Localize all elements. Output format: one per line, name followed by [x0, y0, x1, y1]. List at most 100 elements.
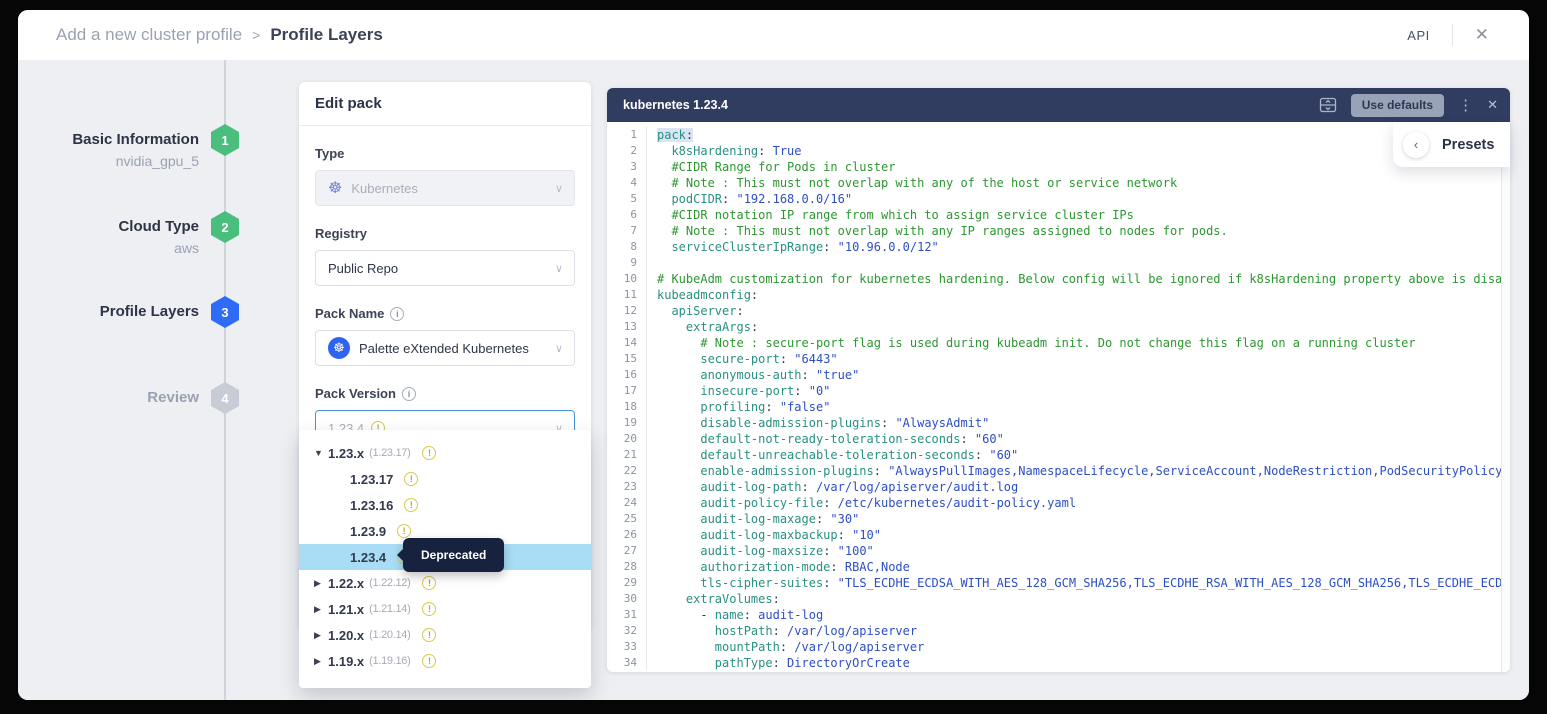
info-icon[interactable]: i	[402, 387, 416, 401]
code-line[interactable]: 8 serviceClusterIpRange: "10.96.0.0/12"	[607, 239, 1510, 255]
api-link[interactable]: API	[1407, 28, 1429, 43]
version-option-1.23.4[interactable]: 1.23.4!Deprecated	[299, 544, 591, 570]
deprecated-warning-icon[interactable]: !	[422, 446, 436, 460]
presets-title: Presets	[1442, 137, 1494, 153]
code-line[interactable]: 11kubeadmconfig:	[607, 287, 1510, 303]
code-text: audit-log-maxage: "30"	[647, 511, 1510, 527]
step-number-badge[interactable]: 3	[211, 296, 239, 328]
pack-name-select[interactable]: ☸ Palette eXtended Kubernetes ∨	[315, 330, 575, 366]
version-option-1.23.16[interactable]: 1.23.16!	[299, 492, 591, 518]
code-line[interactable]: 21 default-unreachable-toleration-second…	[607, 447, 1510, 463]
steps-connector-line	[224, 60, 226, 700]
step-number-badge[interactable]: 2	[211, 211, 239, 243]
code-line[interactable]: 9	[607, 255, 1510, 271]
step-value: aws	[24, 240, 199, 256]
code-line[interactable]: 24 audit-policy-file: /etc/kubernetes/au…	[607, 495, 1510, 511]
code-text: pathType: DirectoryOrCreate	[647, 655, 1510, 671]
kebab-menu-icon[interactable]: ⋮	[1458, 98, 1473, 113]
type-label: Type	[315, 146, 575, 161]
code-line[interactable]: 18 profiling: "false"	[607, 399, 1510, 415]
diff-view-icon[interactable]	[1319, 97, 1337, 113]
code-line[interactable]: 12 apiServer:	[607, 303, 1510, 319]
version-label: 1.22.x	[328, 576, 364, 591]
deprecated-warning-icon[interactable]: !	[404, 498, 418, 512]
code-line[interactable]: 15 secure-port: "6443"	[607, 351, 1510, 367]
code-text: hostPath: /var/log/apiserver	[647, 623, 1510, 639]
deprecated-warning-icon[interactable]: !	[422, 654, 436, 668]
code-line[interactable]: 6 #CIDR notation IP range from which to …	[607, 207, 1510, 223]
presets-collapse-button[interactable]: ‹	[1403, 132, 1429, 158]
line-number: 13	[607, 319, 647, 335]
pack-name-label: Pack Name i	[315, 306, 575, 321]
code-line[interactable]: 1pack:	[607, 127, 1510, 143]
code-line[interactable]: 16 anonymous-auth: "true"	[607, 367, 1510, 383]
code-line[interactable]: 23 audit-log-path: /var/log/apiserver/au…	[607, 479, 1510, 495]
version-latest-patch: (1.19.16)	[369, 655, 410, 667]
version-label: 1.23.9	[350, 524, 386, 539]
step-number-badge[interactable]: 1	[211, 124, 239, 156]
code-line[interactable]: 33 mountPath: /var/log/apiserver	[607, 639, 1510, 655]
code-line[interactable]: 19 disable-admission-plugins: "AlwaysAdm…	[607, 415, 1510, 431]
editor-close-icon[interactable]: ✕	[1487, 97, 1498, 113]
version-option-1.23.17[interactable]: 1.23.17!	[299, 466, 591, 492]
top-bar: Add a new cluster profile > Profile Laye…	[18, 10, 1529, 60]
code-line[interactable]: 32 hostPath: /var/log/apiserver	[607, 623, 1510, 639]
code-line[interactable]: 3 #CIDR Range for Pods in cluster	[607, 159, 1510, 175]
deprecated-warning-icon[interactable]: !	[422, 602, 436, 616]
code-line[interactable]: 2 k8sHardening: True	[607, 143, 1510, 159]
deprecated-warning-icon[interactable]: !	[404, 472, 418, 486]
code-line[interactable]: 31 - name: audit-log	[607, 607, 1510, 623]
version-option-1.23.x[interactable]: ▼1.23.x(1.23.17)!	[299, 440, 591, 466]
code-text: apiServer:	[647, 303, 1510, 319]
code-line[interactable]: 20 default-not-ready-toleration-seconds:…	[607, 431, 1510, 447]
use-defaults-button[interactable]: Use defaults	[1351, 94, 1444, 117]
deprecated-warning-icon[interactable]: !	[422, 628, 436, 642]
code-line[interactable]: 4 # Note : This must not overlap with an…	[607, 175, 1510, 191]
topbar-actions: API ✕	[1407, 24, 1529, 46]
info-icon[interactable]: i	[390, 307, 404, 321]
caret-right-icon[interactable]: ▶	[314, 630, 328, 641]
code-text: default-not-ready-toleration-seconds: "6…	[647, 431, 1510, 447]
code-editor[interactable]: 1pack:2 k8sHardening: True3 #CIDR Range …	[607, 122, 1510, 672]
caret-right-icon[interactable]: ▶	[314, 656, 328, 667]
caret-right-icon[interactable]: ▶	[314, 604, 328, 615]
code-line[interactable]: 13 extraArgs:	[607, 319, 1510, 335]
version-option-1.20.x[interactable]: ▶1.20.x(1.20.14)!	[299, 622, 591, 648]
registry-label: Registry	[315, 226, 575, 241]
code-line[interactable]: 22 enable-admission-plugins: "AlwaysPull…	[607, 463, 1510, 479]
version-option-1.21.x[interactable]: ▶1.21.x(1.21.14)!	[299, 596, 591, 622]
code-line[interactable]: 30 extraVolumes:	[607, 591, 1510, 607]
version-option-1.19.x[interactable]: ▶1.19.x (1.19.16)!	[299, 648, 591, 674]
code-line[interactable]: 17 insecure-port: "0"	[607, 383, 1510, 399]
line-number: 28	[607, 559, 647, 575]
code-text: audit-log-maxsize: "100"	[647, 543, 1510, 559]
code-line[interactable]: 28 authorization-mode: RBAC,Node	[607, 559, 1510, 575]
breadcrumb-add-cluster-profile[interactable]: Add a new cluster profile	[56, 25, 242, 45]
step-label: Cloud Type	[24, 218, 199, 235]
code-line[interactable]: 10# KubeAdm customization for kubernetes…	[607, 271, 1510, 287]
line-number: 27	[607, 543, 647, 559]
code-line[interactable]: 29 tls-cipher-suites: "TLS_ECDHE_ECDSA_W…	[607, 575, 1510, 591]
deprecated-warning-icon[interactable]: !	[422, 576, 436, 590]
code-line[interactable]: 25 audit-log-maxage: "30"	[607, 511, 1510, 527]
version-label: 1.20.x	[328, 628, 364, 643]
code-line[interactable]: 5 podCIDR: "192.168.0.0/16"	[607, 191, 1510, 207]
editor-scrollbar[interactable]	[1501, 122, 1510, 672]
step-label: Profile Layers	[24, 303, 199, 320]
chevron-down-icon: ∨	[555, 262, 563, 275]
registry-select[interactable]: Public Repo ∨	[315, 250, 575, 286]
code-line[interactable]: 26 audit-log-maxbackup: "10"	[607, 527, 1510, 543]
code-text: podCIDR: "192.168.0.0/16"	[647, 191, 1510, 207]
code-line[interactable]: 34 pathType: DirectoryOrCreate	[607, 655, 1510, 671]
caret-right-icon[interactable]: ▶	[314, 578, 328, 589]
code-line[interactable]: 7 # Note : This must not overlap with an…	[607, 223, 1510, 239]
caret-down-icon[interactable]: ▼	[314, 448, 328, 458]
version-option-1.22.x[interactable]: ▶1.22.x(1.22.12)!	[299, 570, 591, 596]
version-label: 1.19.x	[328, 654, 364, 669]
deprecated-warning-icon[interactable]: !	[397, 524, 411, 538]
code-text: serviceClusterIpRange: "10.96.0.0/12"	[647, 239, 1510, 255]
code-line[interactable]: 14 # Note : secure-port flag is used dur…	[607, 335, 1510, 351]
code-line[interactable]: 27 audit-log-maxsize: "100"	[607, 543, 1510, 559]
close-wizard-icon[interactable]: ✕	[1475, 25, 1489, 45]
step-number-badge[interactable]: 4	[211, 382, 239, 414]
